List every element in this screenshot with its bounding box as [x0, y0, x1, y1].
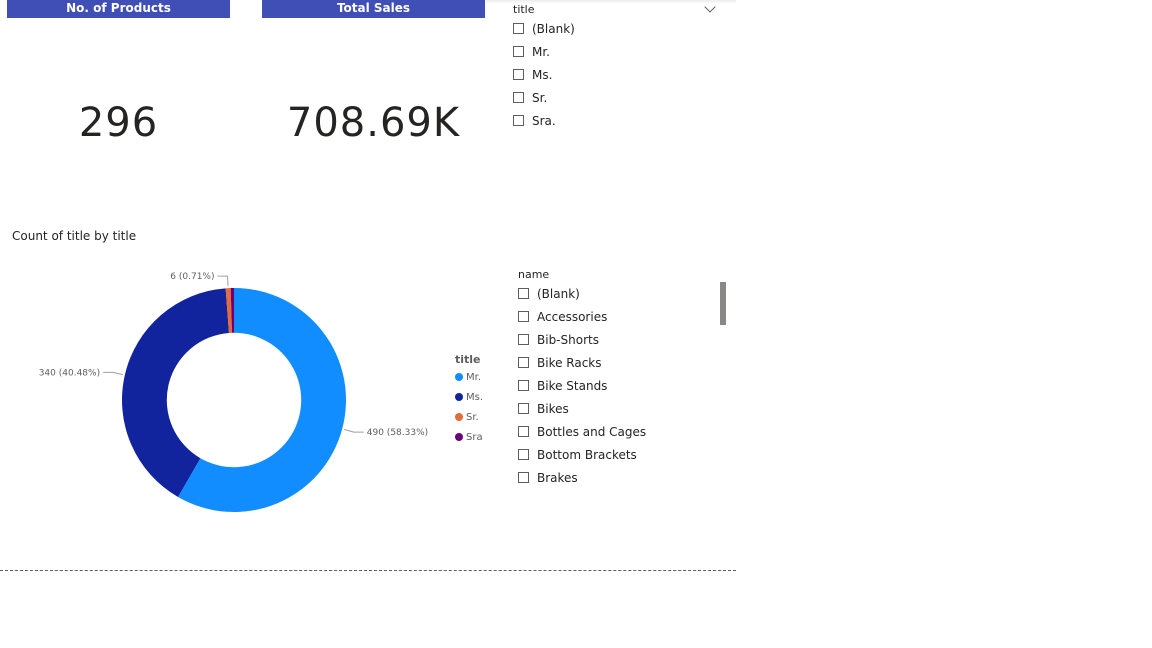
slicer-item-label: Ms. — [532, 67, 553, 82]
name-slicer-list: (Blank) Accessories Bib-Shorts Bike Racks Bi… — [518, 282, 646, 484]
legend-dot-icon — [455, 433, 463, 441]
slicer-item[interactable]: Sr. — [513, 86, 575, 109]
checkbox[interactable] — [518, 311, 529, 322]
legend-dot-icon — [455, 413, 463, 421]
donut-chart: 490 (58.33%) 340 (40.48%) 6 (0.71%) — [39, 272, 428, 512]
slicer-item[interactable]: Brakes — [518, 466, 646, 484]
checkbox[interactable] — [518, 426, 529, 437]
slicer-item-label: Sra. — [532, 113, 556, 128]
leader-line — [343, 429, 364, 433]
sales-kpi-value: 708.69K — [286, 100, 461, 146]
slicer-item-label: Bike Racks — [537, 355, 602, 370]
legend-item[interactable]: Ms. — [455, 387, 483, 407]
checkbox[interactable] — [518, 288, 529, 299]
checkbox[interactable] — [518, 403, 529, 414]
slicer-item-label: Bikes — [537, 401, 569, 416]
slicer-item[interactable]: Accessories — [518, 305, 646, 328]
legend-label: Sr. — [466, 411, 479, 423]
title-slicer-header: title — [513, 3, 535, 16]
slicer-item[interactable]: Bottles and Cages — [518, 420, 646, 443]
slicer-item-label: Accessories — [537, 309, 608, 324]
legend-item[interactable]: Sra. — [455, 427, 483, 447]
chart-legend: Mr. Ms. Sr. Sra. — [455, 367, 483, 447]
leader-line — [103, 371, 123, 376]
slicer-item[interactable]: Sra. — [513, 109, 575, 132]
slicer-item-label: Brakes — [537, 470, 578, 485]
name-slicer-scrollbar[interactable] — [720, 282, 726, 325]
slicer-item[interactable]: (Blank) — [518, 282, 646, 305]
checkbox[interactable] — [518, 380, 529, 391]
slicer-item-label: Bike Stands — [537, 378, 608, 393]
slicer-item-label: (Blank) — [532, 21, 575, 36]
slicer-item-label: (Blank) — [537, 286, 580, 301]
slicer-item-label: Bottles and Cages — [537, 424, 647, 439]
slicer-item[interactable]: Bikes — [518, 397, 646, 420]
legend-title: title — [455, 353, 481, 366]
slicer-item[interactable]: Ms. — [513, 63, 575, 86]
data-label: 6 (0.71%) — [170, 272, 214, 282]
slicer-item[interactable]: Bike Stands — [518, 374, 646, 397]
slicer-item-label: Mr. — [532, 44, 550, 59]
page-divider — [0, 570, 736, 571]
checkbox[interactable] — [513, 69, 524, 80]
checkbox[interactable] — [518, 334, 529, 345]
products-kpi-value: 296 — [78, 100, 159, 146]
chart-title: Count of title by title — [12, 229, 137, 243]
products-kpi-header: No. of Products — [7, 0, 230, 18]
checkbox[interactable] — [513, 92, 524, 103]
slicer-item-label: Sr. — [532, 90, 548, 105]
checkbox[interactable] — [513, 115, 524, 126]
leader-line — [217, 275, 229, 287]
legend-label: Mr. — [466, 371, 481, 383]
legend-item[interactable]: Mr. — [455, 367, 483, 387]
legend-item[interactable]: Sr. — [455, 407, 483, 427]
slicer-item[interactable]: Bike Racks — [518, 351, 646, 374]
report-canvas: No. of Products 296 Total Sales 708.69K … — [0, 0, 1152, 648]
name-slicer-viewport[interactable]: (Blank) Accessories Bib-Shorts Bike Racks Bi… — [518, 282, 718, 484]
legend-label: Sra. — [466, 431, 483, 443]
checkbox[interactable] — [518, 472, 529, 483]
data-label: 490 (58.33%) — [367, 428, 428, 438]
data-label: 340 (40.48%) — [39, 368, 100, 378]
slicer-item-label: Bottom Brackets — [537, 447, 637, 462]
legend-label: Ms. — [466, 391, 483, 403]
slicer-item[interactable]: (Blank) — [513, 17, 575, 40]
legend-dot-icon — [455, 373, 463, 381]
title-slicer-list: (Blank) Mr. Ms. Sr. Sra. — [513, 17, 575, 132]
name-slicer-header: name — [518, 268, 550, 281]
slicer-item[interactable]: Mr. — [513, 40, 575, 63]
checkbox[interactable] — [513, 46, 524, 57]
sales-kpi-header: Total Sales — [262, 0, 485, 18]
checkbox[interactable] — [518, 357, 529, 368]
slicer-item[interactable]: Bib-Shorts — [518, 328, 646, 351]
legend-dot-icon — [455, 393, 463, 401]
checkbox[interactable] — [518, 449, 529, 460]
slicer-item[interactable]: Bottom Brackets — [518, 443, 646, 466]
checkbox[interactable] — [513, 23, 524, 34]
slicer-item-label: Bib-Shorts — [537, 332, 599, 347]
